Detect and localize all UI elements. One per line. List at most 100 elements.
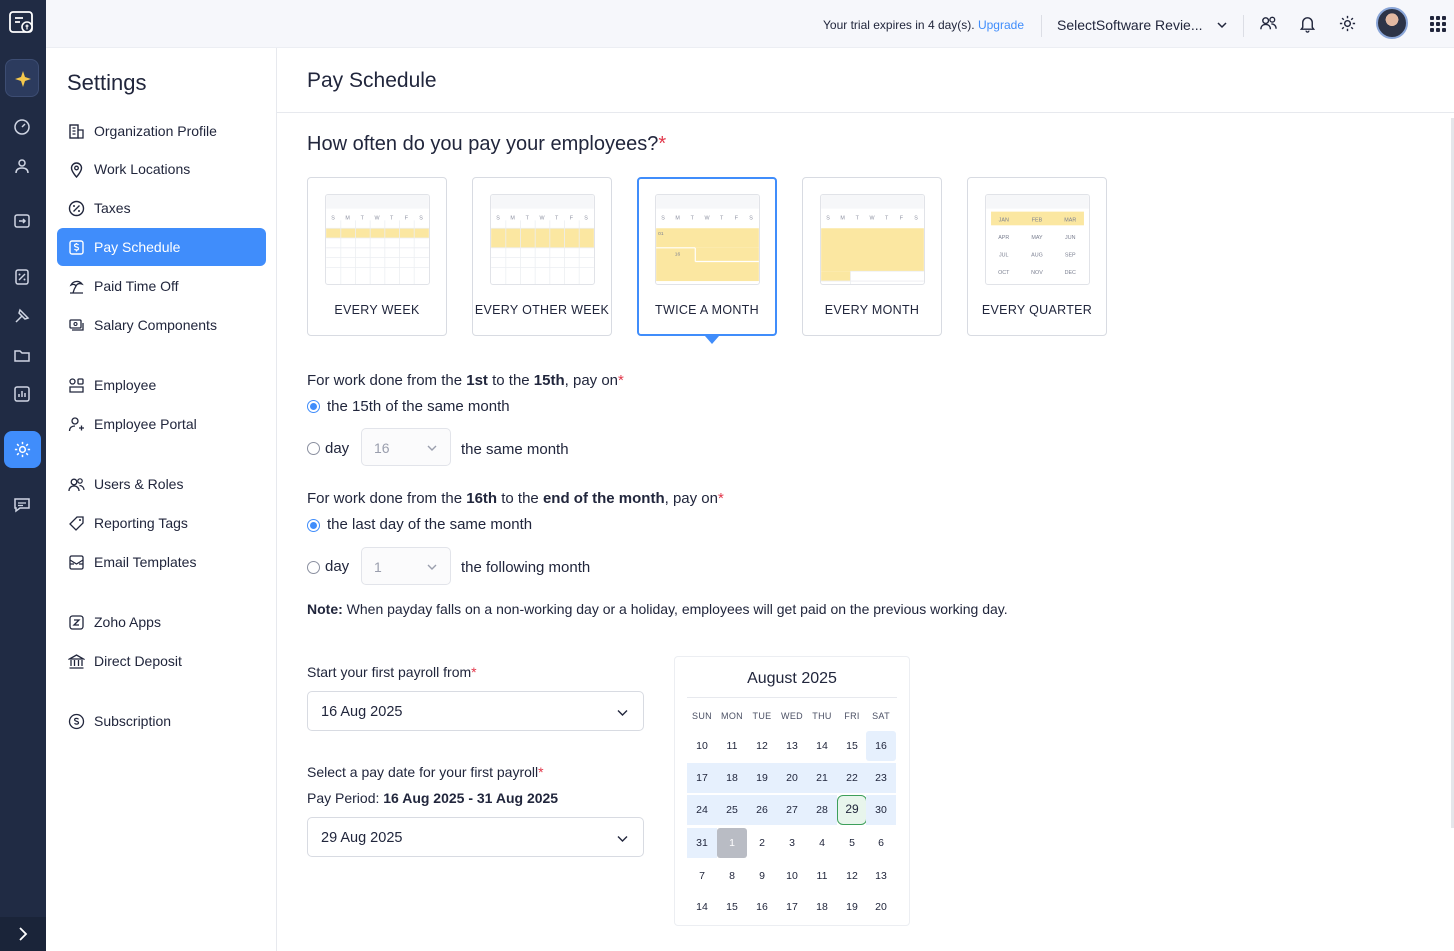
frequency-card-every-quarter[interactable]: JAN FEB MAR APR MAY JUN JUL AUG SEP OCT NOV DEC EVE… — [967, 177, 1107, 336]
calendar-day[interactable]: 14 — [807, 731, 837, 761]
upgrade-link[interactable]: Upgrade — [978, 18, 1024, 32]
sidebar-item-email-templates[interactable]: Email Templates — [57, 543, 266, 581]
second-half-day-select[interactable]: 1 — [361, 547, 451, 585]
ai-assistant-button[interactable] — [5, 59, 39, 97]
tax-icon[interactable] — [13, 268, 31, 286]
sidebar-item-reporting-tags[interactable]: Reporting Tags — [57, 504, 266, 542]
org-switcher[interactable]: SelectSoftware Revie... — [1057, 17, 1203, 33]
calendar-day[interactable]: 2 — [747, 828, 777, 858]
calendar-day[interactable]: 11 — [717, 731, 747, 761]
calendar-day[interactable]: 11 — [807, 861, 837, 891]
calendar-day[interactable]: 3 — [777, 828, 807, 858]
calendar-day[interactable]: 29 — [837, 795, 867, 825]
weekday-letters: SMTWTFS — [496, 215, 588, 221]
calendar-day[interactable]: 10 — [777, 861, 807, 891]
chat-icon[interactable] — [13, 496, 31, 514]
sidebar-item-paid-time-off[interactable]: Paid Time Off — [57, 267, 266, 305]
calendar-day[interactable]: 12 — [747, 731, 777, 761]
calendar-day[interactable]: 14 — [687, 892, 717, 922]
calendar-day[interactable]: 9 — [747, 861, 777, 891]
calendar-day[interactable]: 10 — [687, 731, 717, 761]
calendar-day[interactable]: 8 — [717, 861, 747, 891]
first-half-day-label[interactable]: day — [325, 440, 349, 457]
frequency-card-every-month[interactable]: S M T W T F S EVERY MONTH — [802, 177, 942, 336]
bell-icon[interactable] — [1298, 14, 1317, 33]
approvals-icon[interactable] — [13, 307, 31, 325]
calendar-day[interactable]: 23 — [866, 763, 896, 793]
calendar-day[interactable]: 18 — [807, 892, 837, 922]
second-half-day-label[interactable]: day — [325, 558, 349, 575]
folder-icon[interactable] — [13, 346, 31, 364]
weekday-letters: SMTWTFS — [661, 215, 753, 221]
frequency-card-every-week[interactable]: S M T W T F S EVERY WEEK — [307, 177, 447, 336]
calendar-day[interactable]: 12 — [837, 861, 867, 891]
calendar-day[interactable]: 6 — [866, 828, 896, 858]
calendar-day[interactable]: 13 — [777, 731, 807, 761]
second-half-option-day-radio[interactable] — [307, 561, 320, 574]
payroll-logo-icon[interactable] — [8, 9, 36, 37]
first-half-option-15th-label[interactable]: the 15th of the same month — [327, 398, 510, 415]
app-grid-icon[interactable] — [1430, 16, 1446, 32]
start-payroll-select[interactable]: 16 Aug 2025 — [307, 691, 644, 731]
calendar-day[interactable]: 22 — [837, 763, 867, 793]
sidebar-item-employee-portal[interactable]: Employee Portal — [57, 405, 266, 443]
calendar-day[interactable]: 15 — [837, 731, 867, 761]
dashboard-icon[interactable] — [13, 118, 31, 136]
second-half-option-last-day-label[interactable]: the last day of the same month — [327, 516, 532, 533]
calendar-day[interactable]: 1 — [717, 828, 747, 858]
calendar-day[interactable]: 4 — [807, 828, 837, 858]
sidebar-item-salary-components[interactable]: Salary Components — [57, 306, 266, 344]
calendar-day[interactable]: 28 — [807, 795, 837, 825]
reports-icon[interactable] — [13, 385, 31, 403]
frequency-card-twice-a-month[interactable]: S M T W T F S 01 16 TWICE A MONTH — [637, 177, 777, 336]
person-icon[interactable] — [13, 157, 31, 175]
calendar-day[interactable]: 17 — [687, 763, 717, 793]
first-half-option-day-radio[interactable] — [307, 442, 320, 455]
bank-icon — [68, 653, 85, 669]
calendar-day[interactable]: 21 — [807, 763, 837, 793]
quarterly-calendar-icon: JAN FEB MAR APR MAY JUN JUL AUG SEP OCT NOV DEC — [985, 194, 1090, 285]
mini-weekday: T — [720, 215, 724, 221]
chevron-down-icon[interactable] — [1217, 20, 1227, 30]
sidebar-item-zoho-apps[interactable]: Zoho Apps — [57, 603, 266, 641]
first-half-option-15th-radio[interactable] — [307, 400, 320, 413]
sidebar-item-direct-deposit[interactable]: Direct Deposit — [57, 642, 266, 680]
calendar-day[interactable]: 19 — [837, 892, 867, 922]
frequency-card-every-other-week[interactable]: S M T W T F S EVERY OTHER WEEK — [472, 177, 612, 336]
quarter-month: JUL — [999, 253, 1009, 259]
sidebar-item-taxes[interactable]: Taxes — [57, 189, 266, 227]
calendar-day[interactable]: 18 — [717, 763, 747, 793]
calendar-day[interactable]: 24 — [687, 795, 717, 825]
calendar-day[interactable]: 31 — [687, 828, 717, 858]
calendar-day[interactable]: 25 — [717, 795, 747, 825]
calendar-day[interactable]: 20 — [777, 763, 807, 793]
tag-icon — [69, 515, 84, 531]
users-icon[interactable] — [1259, 14, 1278, 33]
calendar-day[interactable]: 19 — [747, 763, 777, 793]
avatar[interactable] — [1376, 7, 1408, 39]
calendar-day[interactable]: 13 — [866, 861, 896, 891]
pay-runs-icon[interactable] — [13, 212, 31, 230]
sidebar-item-users-roles[interactable]: Users & Roles — [57, 465, 266, 503]
calendar-day[interactable]: 16 — [747, 892, 777, 922]
calendar-day[interactable]: 26 — [747, 795, 777, 825]
pay-date-select[interactable]: 29 Aug 2025 — [307, 817, 644, 857]
gear-icon[interactable] — [1338, 14, 1357, 33]
calendar-day[interactable]: 15 — [717, 892, 747, 922]
sidebar-item-pay-schedule[interactable]: Pay Schedule — [57, 228, 266, 266]
sidebar-item-employee[interactable]: Employee — [57, 366, 266, 404]
calendar-day[interactable]: 27 — [777, 795, 807, 825]
expand-rail-button[interactable] — [0, 917, 46, 951]
calendar-day[interactable]: 30 — [866, 795, 896, 825]
settings-rail-button[interactable] — [4, 431, 41, 468]
second-half-option-last-day-radio[interactable] — [307, 519, 320, 532]
calendar-day[interactable]: 16 — [866, 731, 896, 761]
calendar-day[interactable]: 5 — [837, 828, 867, 858]
calendar-day[interactable]: 20 — [866, 892, 896, 922]
first-half-day-select[interactable]: 16 — [361, 428, 451, 466]
sidebar-item-subscription[interactable]: Subscription — [57, 702, 266, 740]
calendar-day[interactable]: 7 — [687, 861, 717, 891]
sidebar-item-organization-profile[interactable]: Organization Profile — [57, 112, 266, 150]
sidebar-item-work-locations[interactable]: Work Locations — [57, 150, 266, 188]
calendar-day[interactable]: 17 — [777, 892, 807, 922]
